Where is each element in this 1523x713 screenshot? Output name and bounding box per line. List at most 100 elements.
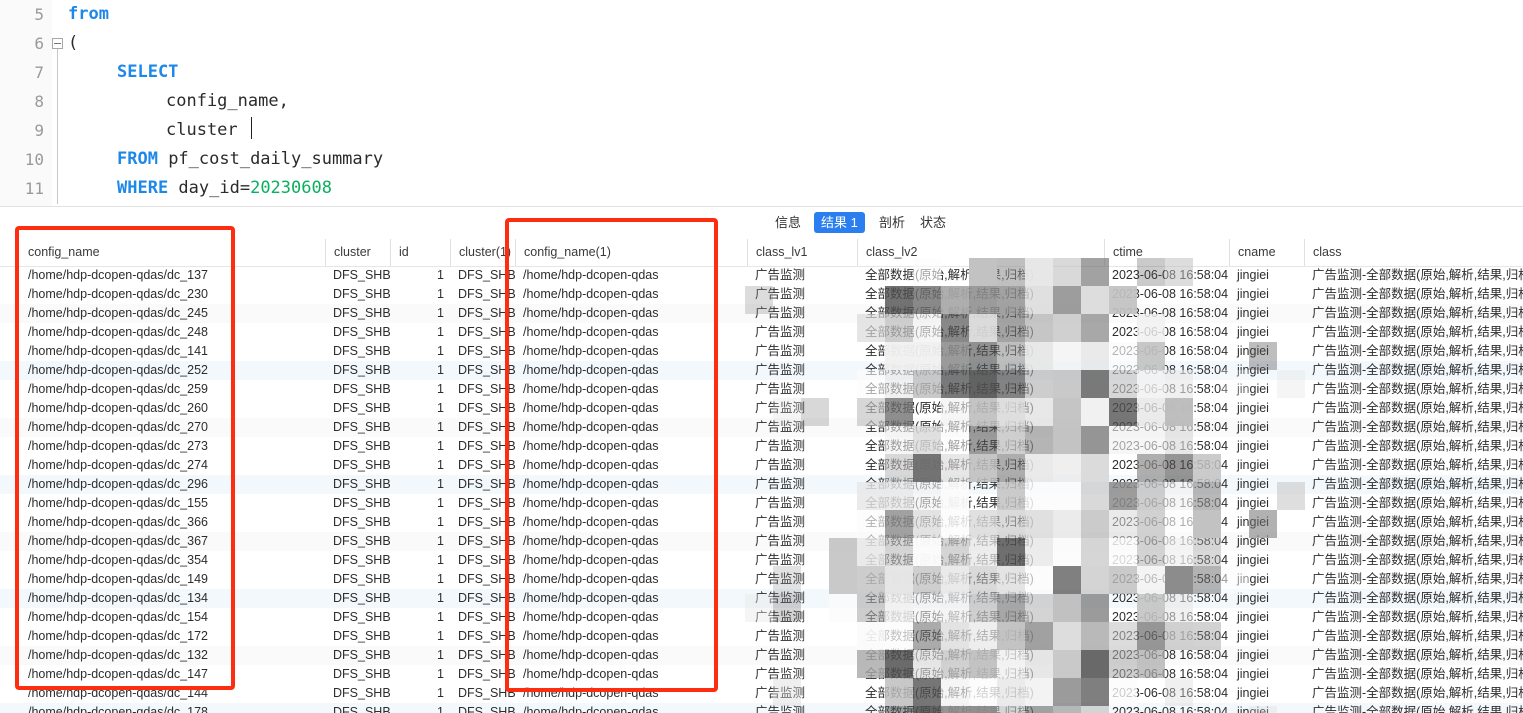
table-row[interactable]: /home/hdp-dcopen-qdas/dc_366DFS_SHBT1DFS…: [0, 513, 1523, 532]
cell-class[interactable]: 广告监测-全部数据(原始,解析,结果,归档): [1304, 532, 1523, 551]
cell-id[interactable]: 1: [390, 361, 450, 380]
cell-config_name_1[interactable]: /home/hdp-dcopen-qdas: [515, 513, 747, 532]
cell-class[interactable]: 广告监测-全部数据(原始,解析,结果,归档): [1304, 304, 1523, 323]
cell-id[interactable]: 1: [390, 665, 450, 684]
cell-cluster_1[interactable]: DFS_SHBT: [450, 285, 515, 304]
cell-class_lv2[interactable]: 全部数据(原始,解析,结果,归档): [857, 380, 1104, 399]
cell-class[interactable]: 广告监测-全部数据(原始,解析,结果,归档): [1304, 437, 1523, 456]
cell-cname[interactable]: jingiei: [1229, 627, 1304, 646]
cell-cname[interactable]: jingiei: [1229, 380, 1304, 399]
cell-config_name[interactable]: /home/hdp-dcopen-qdas/dc_252: [20, 361, 325, 380]
column-header-ctime[interactable]: ctime: [1104, 239, 1229, 266]
table-row[interactable]: /home/hdp-dcopen-qdas/dc_144DFS_SHBT1DFS…: [0, 684, 1523, 703]
cell-cname[interactable]: jingiei: [1229, 532, 1304, 551]
cell-config_name_1[interactable]: /home/hdp-dcopen-qdas: [515, 532, 747, 551]
cell-cname[interactable]: jingiei: [1229, 361, 1304, 380]
cell-ctime[interactable]: 2023-06-08 16:58:04: [1104, 456, 1229, 475]
cell-cluster[interactable]: DFS_SHBT: [325, 285, 390, 304]
cell-cluster_1[interactable]: DFS_SHBT: [450, 418, 515, 437]
cell-class[interactable]: 广告监测-全部数据(原始,解析,结果,归档): [1304, 589, 1523, 608]
cell-cluster_1[interactable]: DFS_SHBT: [450, 475, 515, 494]
cell-config_name[interactable]: /home/hdp-dcopen-qdas/dc_354: [20, 551, 325, 570]
table-row[interactable]: /home/hdp-dcopen-qdas/dc_273DFS_SHBT1DFS…: [0, 437, 1523, 456]
cell-config_name_1[interactable]: /home/hdp-dcopen-qdas: [515, 494, 747, 513]
result-grid[interactable]: config_name cluster id cluster(1) config_nam…: [0, 239, 1523, 713]
cell-config_name[interactable]: /home/hdp-dcopen-qdas/dc_366: [20, 513, 325, 532]
cell-cname[interactable]: jingiei: [1229, 494, 1304, 513]
cell-cluster[interactable]: DFS_SHBT: [325, 418, 390, 437]
cell-class_lv1[interactable]: 广告监测: [747, 627, 857, 646]
column-header-id[interactable]: id: [390, 239, 450, 266]
cell-class_lv2[interactable]: 全部数据(原始,解析,结果,归档): [857, 646, 1104, 665]
table-row[interactable]: /home/hdp-dcopen-qdas/dc_259DFS_SHBT1DFS…: [0, 380, 1523, 399]
cell-class_lv1[interactable]: 广告监测: [747, 475, 857, 494]
table-row[interactable]: /home/hdp-dcopen-qdas/dc_230DFS_SHBT1DFS…: [0, 285, 1523, 304]
cell-ctime[interactable]: 2023-06-08 16:58:04: [1104, 266, 1229, 285]
table-row[interactable]: /home/hdp-dcopen-qdas/dc_137DFS_SHBT1DFS…: [0, 266, 1523, 285]
cell-cluster_1[interactable]: DFS_SHBT: [450, 304, 515, 323]
cell-config_name_1[interactable]: /home/hdp-dcopen-qdas: [515, 418, 747, 437]
cell-id[interactable]: 1: [390, 399, 450, 418]
table-row[interactable]: /home/hdp-dcopen-qdas/dc_155DFS_SHBT1DFS…: [0, 494, 1523, 513]
cell-class[interactable]: 广告监测-全部数据(原始,解析,结果,归档): [1304, 475, 1523, 494]
cell-config_name_1[interactable]: /home/hdp-dcopen-qdas: [515, 437, 747, 456]
cell-ctime[interactable]: 2023-06-08 16:58:04: [1104, 627, 1229, 646]
cell-id[interactable]: 1: [390, 437, 450, 456]
cell-cname[interactable]: jingiei: [1229, 646, 1304, 665]
cell-class_lv2[interactable]: 全部数据(原始,解析,结果,归档): [857, 665, 1104, 684]
cell-class[interactable]: 广告监测-全部数据(原始,解析,结果,归档): [1304, 266, 1523, 285]
cell-config_name[interactable]: /home/hdp-dcopen-qdas/dc_273: [20, 437, 325, 456]
tab-profile[interactable]: 剖析: [872, 212, 912, 233]
cell-cluster[interactable]: DFS_SHBT: [325, 266, 390, 285]
cell-config_name[interactable]: /home/hdp-dcopen-qdas/dc_155: [20, 494, 325, 513]
cell-class_lv1[interactable]: 广告监测: [747, 608, 857, 627]
cell-class[interactable]: 广告监测-全部数据(原始,解析,结果,归档): [1304, 456, 1523, 475]
cell-config_name_1[interactable]: /home/hdp-dcopen-qdas: [515, 304, 747, 323]
cell-config_name_1[interactable]: /home/hdp-dcopen-qdas: [515, 627, 747, 646]
cell-id[interactable]: 1: [390, 380, 450, 399]
cell-ctime[interactable]: 2023-06-08 16:58:04: [1104, 418, 1229, 437]
cell-class_lv1[interactable]: 广告监测: [747, 285, 857, 304]
cell-ctime[interactable]: 2023-06-08 16:58:04: [1104, 342, 1229, 361]
code-line[interactable]: 6(: [0, 29, 1523, 58]
cell-class_lv1[interactable]: 广告监测: [747, 342, 857, 361]
column-header-cname[interactable]: cname: [1229, 239, 1304, 266]
table-row[interactable]: /home/hdp-dcopen-qdas/dc_252DFS_SHBT1DFS…: [0, 361, 1523, 380]
cell-config_name[interactable]: /home/hdp-dcopen-qdas/dc_154: [20, 608, 325, 627]
cell-id[interactable]: 1: [390, 627, 450, 646]
cell-config_name[interactable]: /home/hdp-dcopen-qdas/dc_245: [20, 304, 325, 323]
cell-cname[interactable]: jingiei: [1229, 323, 1304, 342]
table-row[interactable]: /home/hdp-dcopen-qdas/dc_270DFS_SHBT1DFS…: [0, 418, 1523, 437]
cell-cluster_1[interactable]: DFS_SHBT: [450, 532, 515, 551]
cell-cluster[interactable]: DFS_SHBT: [325, 437, 390, 456]
cell-class_lv2[interactable]: 全部数据(原始,解析,结果,归档): [857, 513, 1104, 532]
cell-ctime[interactable]: 2023-06-08 16:58:04: [1104, 608, 1229, 627]
cell-cluster[interactable]: DFS_SHBT: [325, 684, 390, 703]
cell-class_lv2[interactable]: 全部数据(原始,解析,结果,归档): [857, 703, 1104, 713]
cell-config_name[interactable]: /home/hdp-dcopen-qdas/dc_270: [20, 418, 325, 437]
cell-cname[interactable]: jingiei: [1229, 551, 1304, 570]
cell-class_lv2[interactable]: 全部数据(原始,解析,结果,归档): [857, 342, 1104, 361]
table-row[interactable]: /home/hdp-dcopen-qdas/dc_141DFS_SHBT1DFS…: [0, 342, 1523, 361]
cell-class_lv1[interactable]: 广告监测: [747, 684, 857, 703]
cell-config_name_1[interactable]: /home/hdp-dcopen-qdas: [515, 266, 747, 285]
cell-ctime[interactable]: 2023-06-08 16:58:04: [1104, 494, 1229, 513]
cell-cluster[interactable]: DFS_SHBT: [325, 380, 390, 399]
cell-cluster_1[interactable]: DFS_SHBT: [450, 589, 515, 608]
cell-cluster_1[interactable]: DFS_SHBT: [450, 456, 515, 475]
cell-config_name[interactable]: /home/hdp-dcopen-qdas/dc_260: [20, 399, 325, 418]
cell-cname[interactable]: jingiei: [1229, 665, 1304, 684]
cell-ctime[interactable]: 2023-06-08 16:58:04: [1104, 323, 1229, 342]
cell-class_lv1[interactable]: 广告监测: [747, 418, 857, 437]
cell-cluster_1[interactable]: DFS_SHBT: [450, 627, 515, 646]
cell-ctime[interactable]: 2023-06-08 16:58:04: [1104, 589, 1229, 608]
cell-config_name[interactable]: /home/hdp-dcopen-qdas/dc_367: [20, 532, 325, 551]
cell-config_name[interactable]: /home/hdp-dcopen-qdas/dc_132: [20, 646, 325, 665]
cell-ctime[interactable]: 2023-06-08 16:58:04: [1104, 570, 1229, 589]
cell-cluster[interactable]: DFS_SHBT: [325, 494, 390, 513]
cell-config_name_1[interactable]: /home/hdp-dcopen-qdas: [515, 665, 747, 684]
cell-class[interactable]: 广告监测-全部数据(原始,解析,结果,归档): [1304, 703, 1523, 713]
cell-ctime[interactable]: 2023-06-08 16:58:04: [1104, 285, 1229, 304]
cell-class[interactable]: 广告监测-全部数据(原始,解析,结果,归档): [1304, 646, 1523, 665]
column-header-class[interactable]: class: [1304, 239, 1523, 266]
